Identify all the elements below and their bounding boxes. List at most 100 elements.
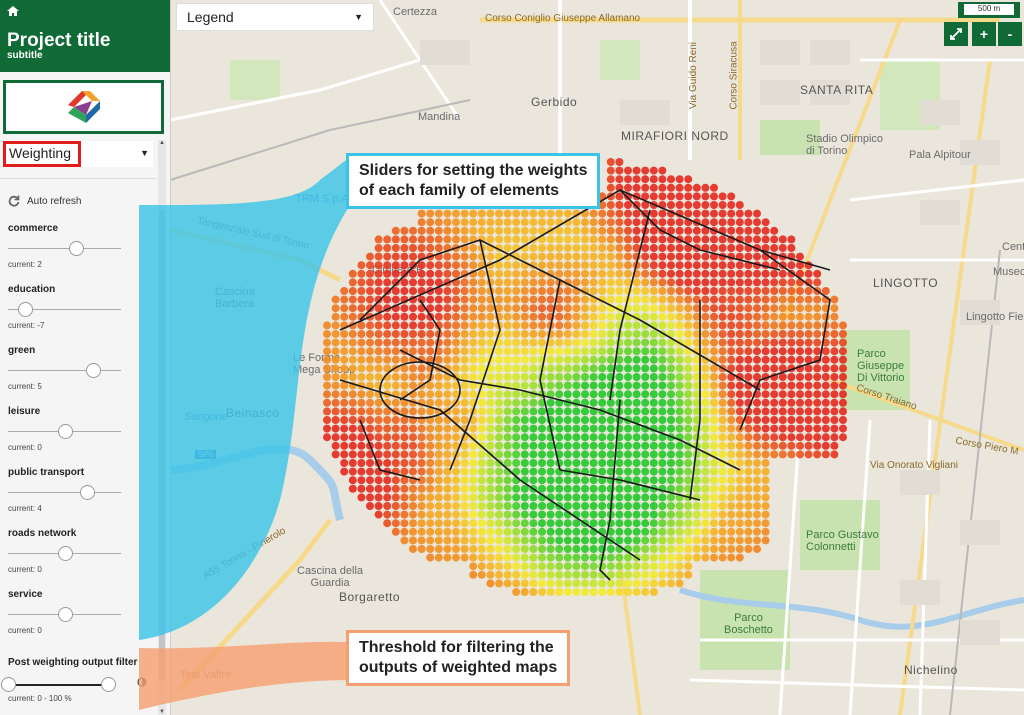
- heatmap-cell: [520, 398, 529, 407]
- heatmap-cell: [400, 312, 409, 321]
- heatmap-cell: [710, 502, 718, 510]
- heatmap-cell: [555, 381, 564, 390]
- heatmap-cell: [598, 390, 607, 399]
- zoom-out-button[interactable]: -: [998, 22, 1022, 46]
- heatmap-cell: [434, 244, 443, 252]
- fullscreen-button[interactable]: [944, 22, 968, 46]
- slider-handle[interactable]: [80, 485, 96, 500]
- heatmap-cell: [495, 269, 503, 278]
- heatmap-cell: [684, 312, 693, 321]
- heatmap-cell: [555, 373, 564, 381]
- heatmap-cell: [563, 553, 572, 562]
- zoom-in-button[interactable]: +: [972, 22, 996, 46]
- heatmap-cell: [710, 527, 718, 536]
- heatmap-cell: [546, 536, 555, 545]
- heatmap-cell: [701, 510, 710, 519]
- threshold-min-handle[interactable]: [1, 677, 16, 692]
- heatmap-cell: [615, 579, 624, 588]
- heatmap-cell: [581, 373, 589, 381]
- heatmap-cell: [658, 252, 667, 261]
- heatmap-cell: [555, 330, 564, 338]
- heatmap-cell: [383, 347, 392, 356]
- slider-handle[interactable]: [57, 607, 73, 622]
- heatmap-cell: [417, 493, 426, 502]
- heatmap-cell: [374, 235, 383, 244]
- heatmap-cell: [555, 433, 564, 442]
- heatmap-cell: [555, 355, 564, 364]
- heatmap-cell: [366, 398, 374, 407]
- heatmap-cell: [684, 433, 693, 442]
- sidebar-scrollbar[interactable]: ▲ ▼: [158, 140, 166, 715]
- mode-dropdown[interactable]: Weighting ▼: [3, 141, 153, 167]
- home-icon[interactable]: [7, 6, 19, 16]
- weight-slider[interactable]: [8, 363, 121, 378]
- weight-slider[interactable]: [8, 485, 121, 500]
- heatmap-cell: [417, 226, 426, 235]
- heatmap-cell: [443, 235, 452, 244]
- heatmap-cell: [778, 330, 787, 338]
- auto-refresh-toggle[interactable]: Auto refresh: [8, 195, 81, 207]
- heatmap-cell: [477, 278, 486, 287]
- scrollbar-thumb[interactable]: [159, 210, 165, 680]
- slider-handle[interactable]: [57, 546, 73, 561]
- heatmap-cell: [667, 570, 675, 579]
- heatmap-cell: [391, 484, 400, 493]
- heatmap-cell: [443, 450, 452, 459]
- heatmap-cell: [830, 338, 839, 347]
- heatmap-cell: [796, 441, 804, 450]
- heatmap-cell: [778, 312, 787, 321]
- heatmap-cell: [538, 527, 546, 536]
- heatmap-cell: [452, 545, 460, 553]
- heatmap-cell: [572, 390, 581, 399]
- heatmap-cell: [460, 553, 469, 562]
- heatmap-cell: [839, 355, 847, 364]
- heatmap-cell: [460, 321, 469, 330]
- project-subtitle: subtitle: [7, 50, 43, 61]
- heatmap-cell: [538, 433, 546, 442]
- weight-slider[interactable]: [8, 607, 121, 622]
- legend-dropdown[interactable]: Legend ▼: [176, 3, 374, 31]
- heatmap-cell: [649, 278, 658, 287]
- heatmap-cell: [555, 390, 564, 399]
- weight-slider[interactable]: [8, 241, 121, 256]
- heatmap-cell: [761, 467, 770, 476]
- slider-handle[interactable]: [68, 241, 84, 256]
- heatmap-cell: [581, 364, 589, 373]
- scroll-down-icon[interactable]: ▼: [158, 709, 166, 715]
- heatmap-cell: [503, 441, 512, 450]
- heatmap-cell: [374, 398, 383, 407]
- slider-handle[interactable]: [57, 424, 73, 439]
- heatmap-cell: [667, 476, 675, 485]
- heatmap-cell: [778, 269, 787, 278]
- slider-handle[interactable]: [17, 302, 33, 317]
- heatmap-cell: [658, 502, 667, 510]
- heatmap-cell: [366, 416, 374, 424]
- logo-icon: [67, 91, 100, 123]
- heatmap-cell: [520, 295, 529, 304]
- contrast-icon[interactable]: [137, 677, 147, 687]
- heatmap-cell: [374, 416, 383, 424]
- heatmap-cell: [512, 579, 521, 588]
- heatmap-cell: [374, 373, 383, 381]
- scroll-up-icon[interactable]: ▲: [158, 140, 166, 146]
- weight-slider[interactable]: [8, 546, 121, 561]
- heatmap-cell: [503, 390, 512, 399]
- heatmap-cell: [675, 476, 684, 485]
- heatmap-cell: [495, 562, 503, 571]
- threshold-max-handle[interactable]: [101, 677, 116, 692]
- heatmap-cell: [555, 407, 564, 416]
- heatmap-cell: [495, 398, 503, 407]
- heatmap-cell: [813, 441, 822, 450]
- weight-slider[interactable]: [8, 302, 121, 317]
- heatmap-cell: [632, 364, 641, 373]
- heatmap-cell: [409, 545, 417, 553]
- heatmap-cell: [555, 244, 564, 252]
- heatmap-cell: [701, 416, 710, 424]
- heatmap-cell: [572, 330, 581, 338]
- heatmap-cell: [374, 278, 383, 287]
- weight-slider[interactable]: [8, 424, 121, 439]
- slider-handle[interactable]: [85, 363, 101, 378]
- heatmap-cell: [486, 441, 495, 450]
- threshold-range-slider[interactable]: [1, 677, 116, 692]
- heatmap-cell: [417, 338, 426, 347]
